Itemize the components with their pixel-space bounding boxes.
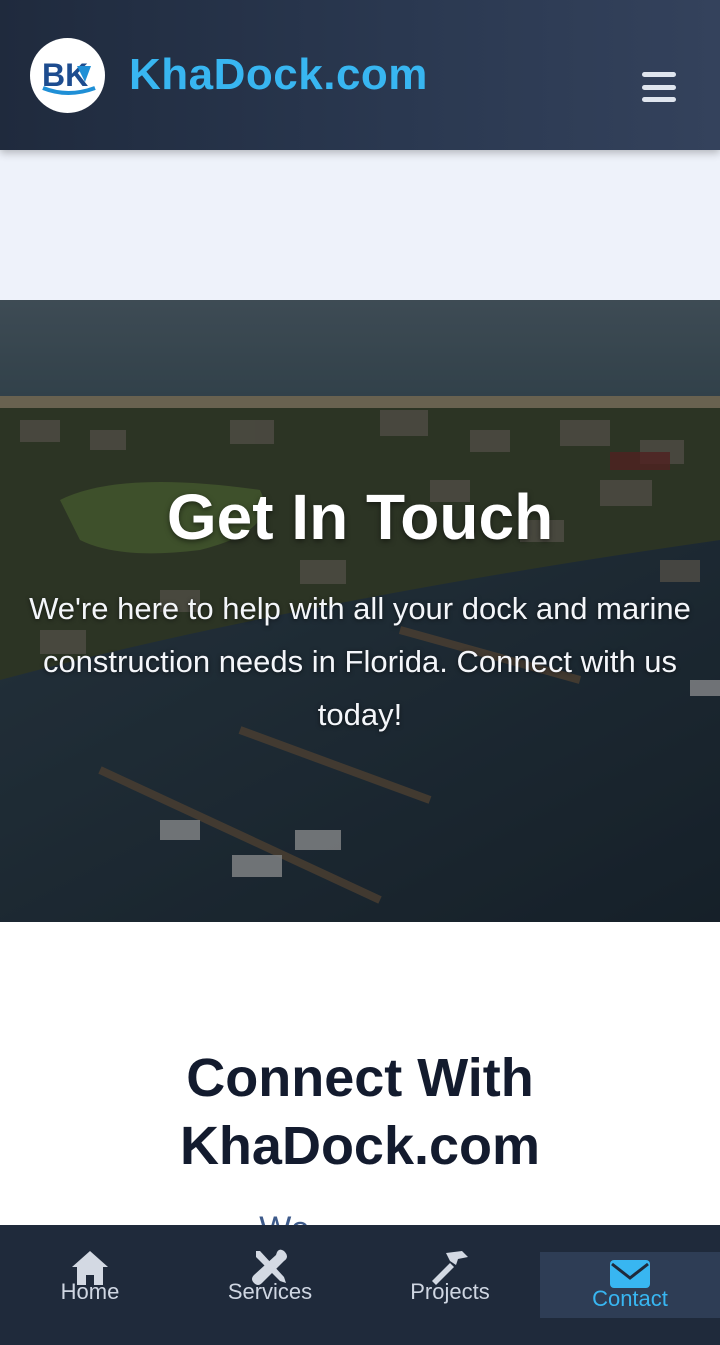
- hero-subtitle: We're here to help with all your dock an…: [29, 591, 691, 732]
- nav-item-services[interactable]: Services: [180, 1225, 360, 1345]
- nav-item-home[interactable]: Home: [0, 1225, 180, 1345]
- logo-icon: BK: [42, 57, 96, 95]
- nav-label-services: Services: [227, 1279, 313, 1304]
- hero-content: Get In Touch We're here to help with all…: [0, 480, 720, 741]
- nav-label-contact: Contact: [592, 1286, 668, 1311]
- hero-title: Get In Touch: [166, 481, 554, 553]
- connect-section: Connect With KhaDock.com We ... ... ... …: [0, 922, 720, 1227]
- bottom-navigation: Home Services Projects Contact: [0, 1225, 720, 1345]
- top-header: BK KhaDock.com: [0, 0, 720, 150]
- section-title-line1: Connect With: [186, 1048, 534, 1108]
- hero-banner: Get In Touch We're here to help with all…: [0, 300, 720, 922]
- nav-item-contact[interactable]: Contact: [540, 1252, 720, 1318]
- nav-label-home: Home: [60, 1279, 120, 1304]
- menu-icon[interactable]: [642, 72, 676, 102]
- svg-text:BK: BK: [42, 57, 88, 93]
- nav-label-projects: Projects: [410, 1279, 490, 1304]
- brand-name[interactable]: KhaDock.com: [129, 50, 428, 100]
- logo[interactable]: BK: [30, 37, 105, 113]
- section-title: Connect With KhaDock.com: [0, 1044, 720, 1180]
- nav-item-projects[interactable]: Projects: [360, 1225, 540, 1345]
- spacer-band: [0, 150, 720, 300]
- section-title-line2: KhaDock.com: [179, 1116, 541, 1176]
